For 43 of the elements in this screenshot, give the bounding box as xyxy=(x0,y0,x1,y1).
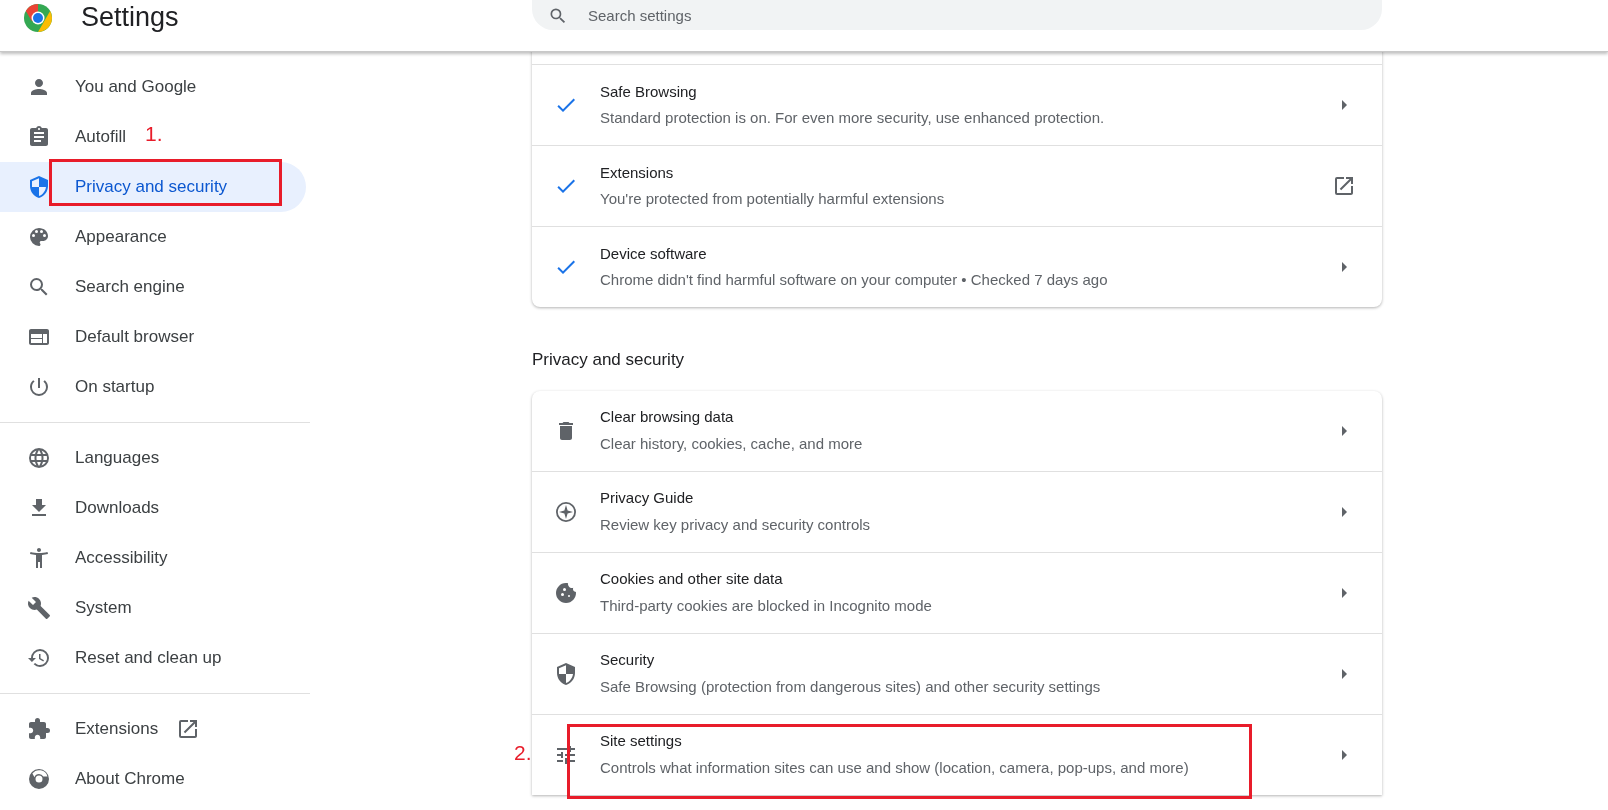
page-title: Settings xyxy=(81,1,179,35)
sidebar-item[interactable]: Extensions xyxy=(0,704,209,754)
row-description: Safe Browsing (protection from dangerous sites) and other security settings xyxy=(600,676,1102,697)
row-title: Device software xyxy=(600,243,708,264)
sidebar-item[interactable]: About Chrome xyxy=(0,754,193,804)
sidebar-item[interactable]: Accessibility xyxy=(0,533,176,583)
row-description: Chrome didn't find harmful software on your computer • Checked 7 days ago xyxy=(600,270,1109,290)
annotation-label: 2. xyxy=(514,739,532,766)
sidebar-item[interactable]: Autofill xyxy=(0,112,135,162)
row-description: Controls what information sites can use and show (location, camera, pop-ups, and more) xyxy=(600,757,1190,778)
row-title: Security xyxy=(600,650,656,670)
settings-row[interactable]: Clear browsing data Clear history, cookies, cache, and more xyxy=(532,390,1382,471)
sidebar-item[interactable]: Reset and clean up xyxy=(0,633,230,683)
settings-row[interactable]: Safe Browsing Standard protection is on. For even more security, use enhanced protection. xyxy=(532,65,1382,145)
sidebar-item[interactable]: System xyxy=(0,583,140,633)
section-heading: Privacy and security xyxy=(532,349,686,371)
annotation-label: 1. xyxy=(145,121,163,147)
row-description: Clear history, cookies, cache, and more xyxy=(600,433,864,454)
sidebar-item[interactable]: Search engine xyxy=(0,262,193,312)
row-description: You're protected from potentially harmful extensions xyxy=(600,189,946,209)
sidebar-item[interactable]: Downloads xyxy=(0,483,168,533)
row-title: Privacy Guide xyxy=(600,488,695,508)
row-description: Review key privacy and security controls xyxy=(600,514,872,535)
row-description: Standard protection is on. For even more security, use enhanced protection. xyxy=(600,108,1106,128)
row-title: Safe Browsing xyxy=(600,81,698,102)
settings-row[interactable]: Cookies and other site data Third-party cookies are blocked in Incognito mode xyxy=(532,552,1382,633)
settings-row[interactable]: Device software Chrome didn't find harmful software on your computer • Checked 7 days ago xyxy=(532,227,1382,307)
settings-row[interactable]: Security Safe Browsing (protection from dangerous sites) and other security settings xyxy=(532,633,1382,714)
sidebar-item[interactable]: Languages xyxy=(0,433,168,483)
row-title: Clear browsing data xyxy=(600,407,735,427)
settings-row[interactable]: Extensions You're protected from potentially harmful extensions xyxy=(532,146,1382,226)
sidebar-item[interactable]: Appearance xyxy=(0,212,175,262)
row-title: Extensions xyxy=(600,162,675,183)
sidebar-item[interactable]: Privacy and security xyxy=(0,162,306,212)
row-description: Third-party cookies are blocked in Incognito mode xyxy=(600,595,933,616)
sidebar-item[interactable]: You and Google xyxy=(0,62,205,112)
settings-row[interactable]: Site settings Controls what information sites can use and show (location, camera, pop-ups, and more) xyxy=(532,714,1382,795)
search-field[interactable]: Search settings xyxy=(532,0,1382,30)
row-title: Cookies and other site data xyxy=(600,569,784,589)
sidebar-item[interactable]: On startup xyxy=(0,362,163,412)
row-title: Site settings xyxy=(600,731,683,751)
sidebar-item[interactable]: Default browser xyxy=(0,312,203,362)
settings-row[interactable]: Privacy Guide Review key privacy and security controls xyxy=(532,471,1382,552)
